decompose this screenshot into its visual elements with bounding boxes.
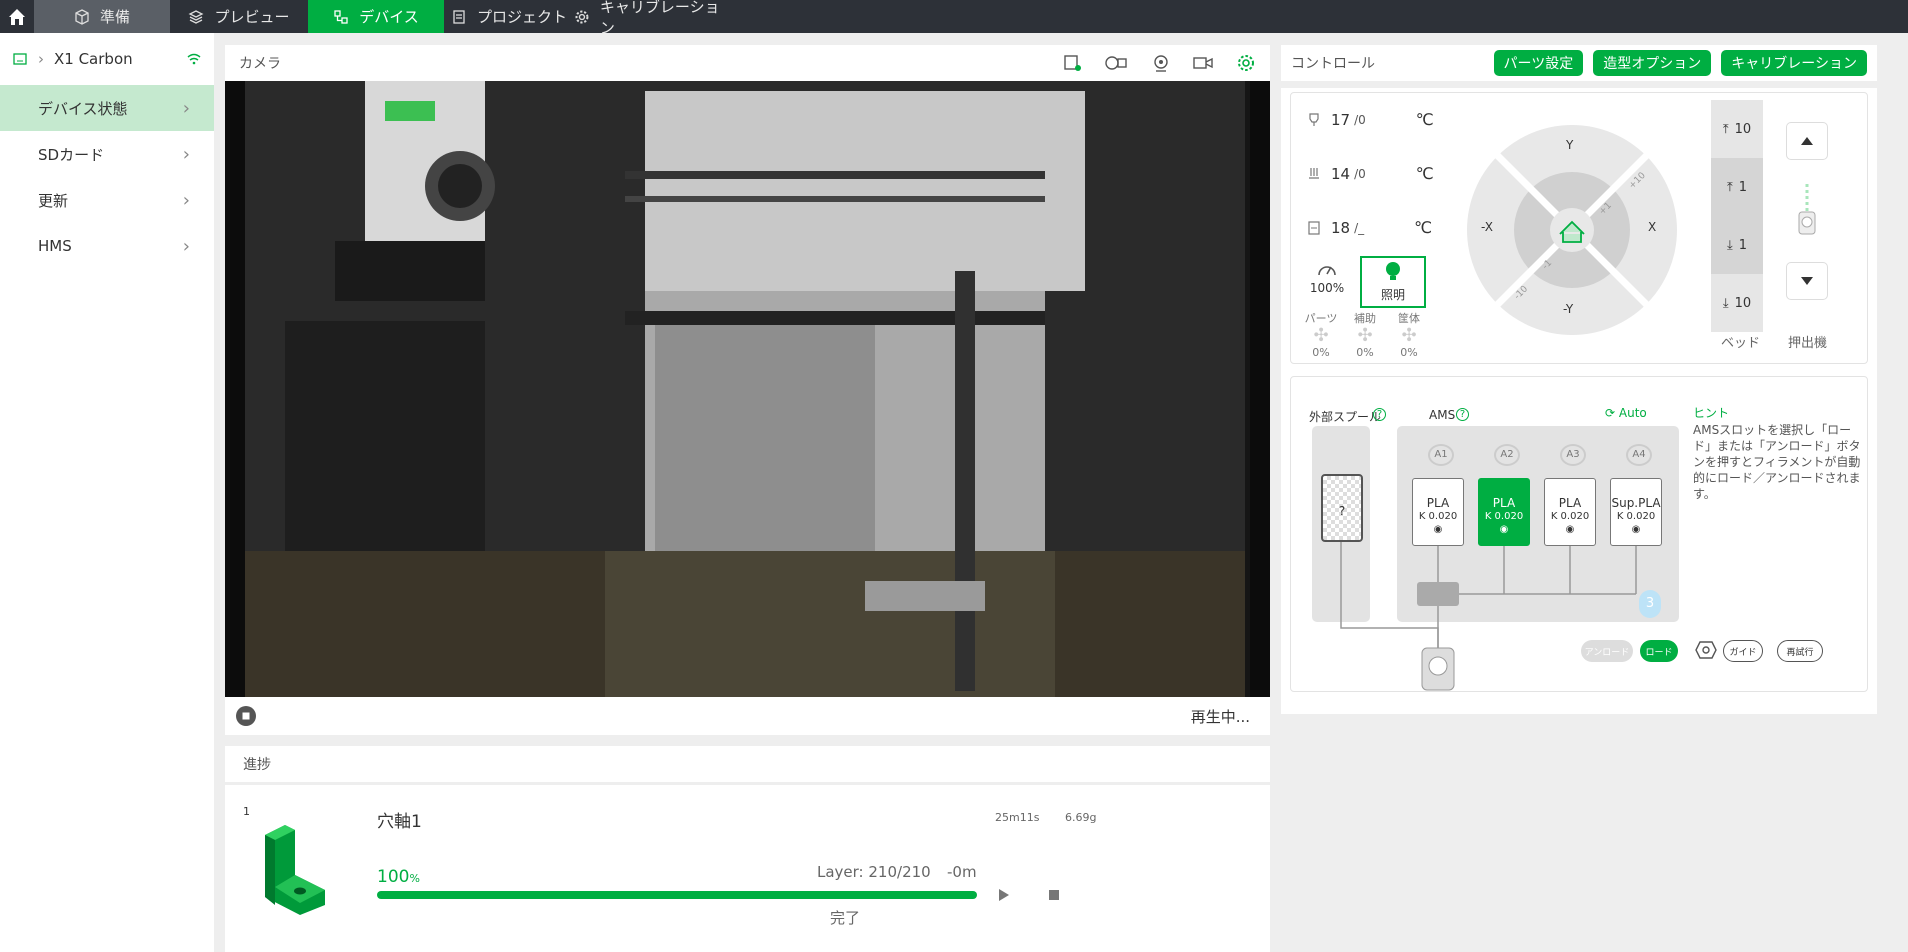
sidebar-item-label: HMS (38, 237, 72, 255)
parts-settings-button[interactable]: パーツ設定 (1493, 50, 1584, 76)
sidebar-item-device-status[interactable]: デバイス状態 › (0, 85, 214, 131)
layer-info: Layer: 210/210 (817, 863, 931, 881)
progress-percent: 100% (377, 867, 420, 887)
remaining-time: -0m (947, 863, 977, 881)
camera-settings-icon[interactable] (1236, 53, 1256, 73)
cube-icon (75, 8, 89, 25)
device-name: X1 Carbon (54, 50, 133, 68)
hint-title: ヒント (1693, 406, 1730, 420)
tab-calibration[interactable]: キャリブレーション (574, 0, 734, 37)
progress-percent-sign: % (409, 872, 420, 885)
camera-title: カメラ (239, 56, 281, 72)
tab-label: デバイス (359, 8, 419, 26)
progress-bar (377, 891, 977, 899)
tab-project[interactable]: プロジェクト (444, 0, 574, 33)
progress-title: 進捗 (243, 757, 271, 773)
plate-number: 1 (243, 805, 250, 818)
tab-label: 準備 (99, 8, 130, 26)
layers-icon (189, 9, 204, 24)
sidebar-item-hms[interactable]: HMS › (0, 223, 214, 269)
sidebar-item-update[interactable]: 更新 › (0, 177, 214, 223)
control-title: コントロール (1291, 56, 1375, 72)
progress-percent-value: 100 (377, 867, 410, 887)
tab-label: キャリブレーション (599, 0, 720, 37)
progress-header: 進捗 (225, 746, 1270, 782)
unload-button[interactable]: アンロード (1581, 640, 1633, 662)
control-header: コントロール パーツ設定 造型オプション キャリブレーション (1281, 45, 1877, 81)
calibration-button[interactable]: キャリブレーション (1721, 50, 1867, 76)
load-button[interactable]: ロード (1640, 640, 1678, 662)
camera-header: カメラ (225, 45, 1270, 81)
tab-prepare[interactable]: 準備 (34, 0, 170, 33)
stream-status: 再生中... (1190, 707, 1250, 726)
timelapse-icon[interactable] (1104, 54, 1130, 72)
filament-weight: 6.69g (1065, 811, 1097, 824)
sidebar-item-sd-card[interactable]: SDカード › (0, 131, 214, 177)
print-state: 完了 (830, 909, 861, 927)
progress-panel: 1 穴軸1 25m11s 6.69g 100% Layer: 210/210 -… (225, 785, 1270, 952)
stop-icon[interactable] (235, 705, 257, 727)
top-nav: 準備 プレビュー デバイス プロジェクト キャリブレーション (0, 0, 1908, 37)
tab-label: プロジェクト (476, 8, 567, 26)
tab-label: プレビュー (214, 8, 290, 26)
control-panel: 17 /0 ℃ 14 /0 ℃ 18 /_ ℃ 100% 照明 パーツ ✣ 0%… (1281, 88, 1877, 714)
filament-path (1340, 542, 1637, 691)
tab-preview[interactable]: プレビュー (170, 0, 308, 33)
guide-button[interactable]: ガイド (1723, 640, 1763, 662)
document-icon (453, 9, 465, 24)
tab-device[interactable]: デバイス (308, 0, 444, 33)
humidity-value: 3 (1645, 596, 1655, 611)
home-button[interactable] (0, 0, 34, 33)
chevron-right-icon: › (182, 97, 190, 119)
model-thumbnail (265, 825, 325, 915)
ams-settings-icon[interactable] (1694, 638, 1718, 662)
progress-bar-fill (377, 891, 977, 899)
stop-print-icon[interactable] (1047, 888, 1061, 902)
play-icon[interactable] (997, 887, 1011, 903)
camera-feed (225, 81, 1270, 697)
gear-icon (575, 10, 589, 23)
device-icon (334, 9, 348, 24)
device-selector[interactable]: › X1 Carbon (0, 33, 214, 85)
print-options-button[interactable]: 造型オプション (1593, 50, 1712, 76)
job-name: 穴軸1 (377, 812, 422, 832)
hint-text: AMSスロットを選択し「ロード」または「アンロード」ボタンを押すとフィラメントが… (1693, 423, 1861, 501)
webcam-icon[interactable] (1152, 54, 1170, 72)
chevron-right-icon: › (182, 189, 190, 211)
sd-record-icon[interactable] (1062, 54, 1082, 72)
chevron-right-icon: › (182, 143, 190, 165)
camera-image (225, 81, 1270, 697)
camera-footer: 再生中... (225, 697, 1270, 735)
wifi-icon (187, 53, 201, 65)
sidebar-item-label: 更新 (38, 191, 69, 210)
chevron-right-icon: › (38, 50, 44, 68)
home-icon (9, 8, 25, 25)
sidebar: › X1 Carbon デバイス状態 › SDカード › 更新 › HMS › (0, 33, 214, 952)
printer-icon (13, 53, 27, 65)
retry-button[interactable]: 再試行 (1777, 640, 1823, 662)
print-time: 25m11s (995, 811, 1040, 824)
sidebar-item-label: デバイス状態 (38, 99, 128, 118)
humidity-indicator[interactable]: 3 (1639, 590, 1661, 618)
video-icon[interactable] (1192, 54, 1214, 72)
sidebar-item-label: SDカード (38, 145, 105, 164)
chevron-right-icon: › (182, 235, 190, 257)
